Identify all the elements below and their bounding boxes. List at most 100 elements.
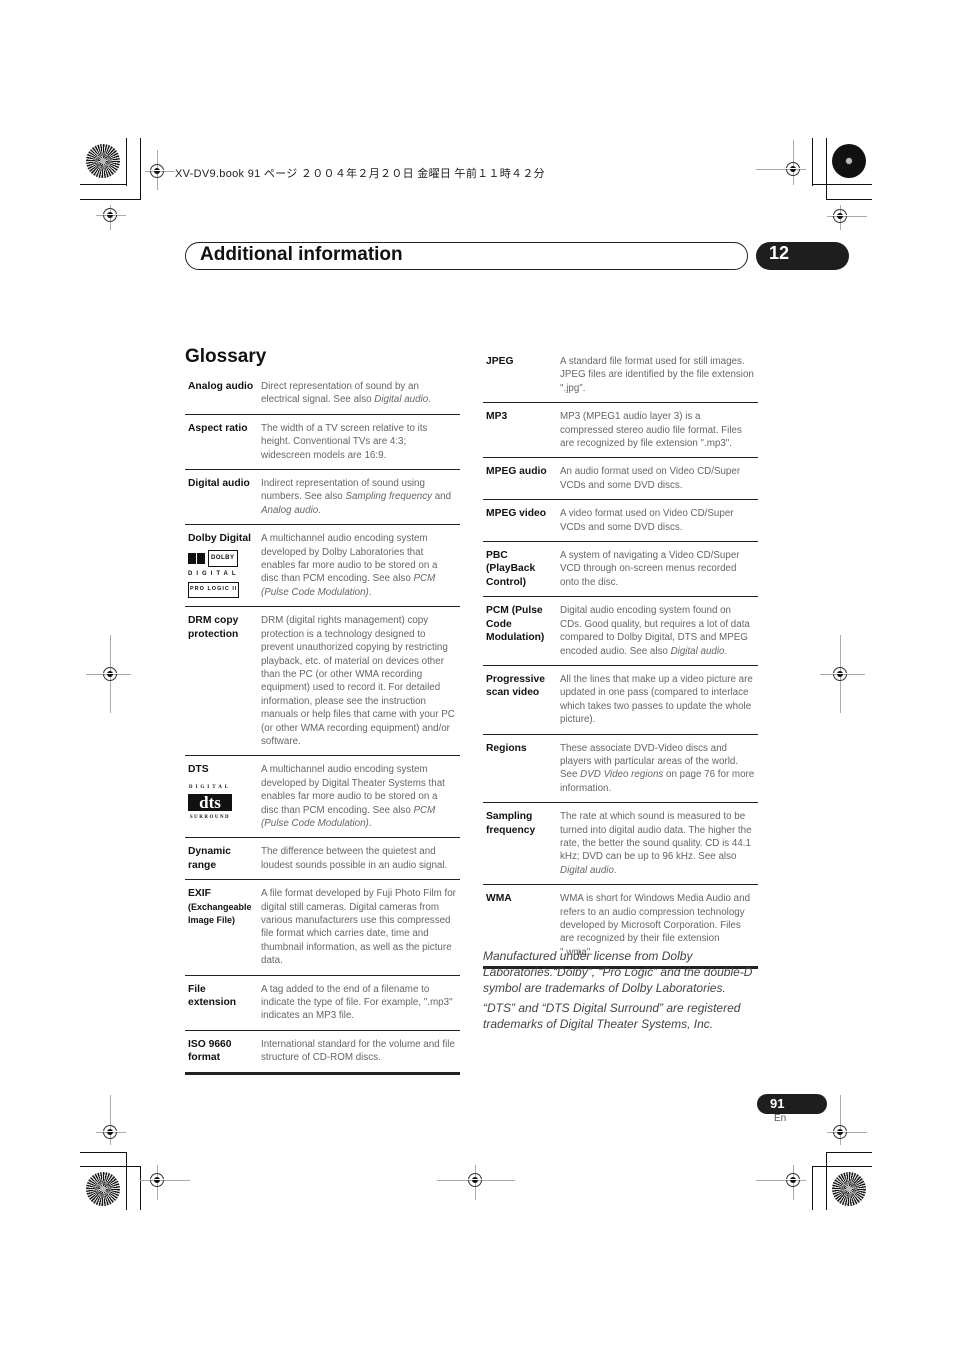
glossary-term: DTS DIGITAL dts SURROUND [185, 756, 258, 838]
glossary-row: MPEG video A video format used on Video … [483, 500, 758, 542]
glossary-definition: A file format developed by Fuji Photo Fi… [261, 888, 456, 967]
glossary-row: DRM copy protection DRM (digital rights … [185, 607, 460, 756]
glossary-row: MPEG audio An audio format used on Video… [483, 458, 758, 500]
chapter-title: Additional information [200, 244, 403, 265]
glossary-definition: MP3 (MPEG1 audio layer 3) is a compresse… [560, 411, 742, 450]
registration-mark-icon [150, 1173, 164, 1187]
page-number-badge: 91 [757, 1094, 827, 1114]
glossary-definition: Digital audio encoding system found on C… [557, 597, 758, 666]
glossary-definition: DRM (digital rights management) copy pro… [261, 615, 455, 747]
definition-text: . [368, 817, 372, 829]
definition-text: . [613, 864, 617, 876]
dolby-logo-text: DIGITAL [188, 571, 240, 578]
crop-mark [826, 1152, 827, 1210]
glossary-definition: The width of a TV screen relative to its… [261, 422, 428, 461]
glossary-row: PCM (Pulse Code Modulation) Digital audi… [483, 597, 758, 666]
dts-logo-text: SURROUND [189, 815, 231, 821]
trademark-note-dts: “DTS” and “DTS Digital Surround” are reg… [483, 1001, 741, 1031]
glossary-term: JPEG [486, 356, 514, 367]
dolby-logo-text: DOLBY [208, 549, 238, 568]
glossary-row: File extension A tag added to the end of… [185, 975, 460, 1031]
glossary-term: EXIF (Exchangeable Image File) [185, 880, 258, 975]
crop-mark [812, 184, 872, 185]
crop-mark [826, 138, 827, 200]
glossary-term: PBC (PlayBack Control) [486, 550, 536, 588]
glossary-row: Digital audio Indirect representation of… [185, 470, 460, 525]
glossary-term: Dolby Digital DOLBY DIGITAL PRO LOGIC II [185, 525, 258, 607]
registration-mark-icon [468, 1173, 482, 1187]
definition-text: . [368, 586, 372, 598]
glossary-row: EXIF (Exchangeable Image File) A file fo… [185, 880, 460, 976]
glossary-row: Aspect ratio The width of a TV screen re… [185, 414, 460, 470]
glossary-term-label: Dolby Digital [188, 533, 251, 545]
chapter-header-bar: Additional information [185, 242, 748, 270]
glossary-definition: The difference between the quietest and … [261, 846, 448, 871]
crop-mark [80, 199, 141, 200]
glossary-definition: A standard file format used for still im… [560, 356, 754, 394]
glossary-term: ISO 9660 format [188, 1038, 232, 1064]
glossary-row: JPEG A standard file format used for sti… [483, 348, 758, 403]
crop-mark [80, 1166, 141, 1167]
glossary-term: Regions [486, 742, 527, 754]
crop-mark [140, 138, 141, 200]
registration-mark-icon [103, 667, 117, 681]
glossary-term: Sampling frequency [486, 811, 536, 836]
glossary-definition: Direct representation of sound by an ele… [258, 373, 460, 414]
dts-digital-surround-logo-icon: DIGITAL dts SURROUND [188, 781, 232, 825]
glossary-definition: The rate at which sound is measured to b… [557, 803, 758, 885]
glossary-term: Digital audio [188, 478, 250, 490]
see-also-reference: Digital audio [670, 645, 725, 657]
glossary-definition: A system of navigating a Video CD/Super … [560, 550, 740, 588]
see-also-reference: Analog audio [261, 504, 319, 516]
definition-text: . [428, 394, 431, 406]
section-title: Glossary [185, 346, 267, 367]
registration-starburst-icon [832, 144, 866, 178]
glossary-row: Regions These associate DVD-Video discs … [483, 734, 758, 803]
print-job-header: XV-DV9.book 91 ページ ２００４年２月２０日 金曜日 午前１１時４… [175, 168, 545, 180]
registration-starburst-icon [832, 1172, 866, 1206]
glossary-definition: These associate DVD-Video discs and play… [557, 734, 758, 803]
glossary-definition: A tag added to the end of a filename to … [261, 983, 453, 1022]
glossary-term: Analog audio [188, 381, 254, 392]
glossary-row: ISO 9660 format International standard f… [185, 1030, 460, 1074]
registration-mark-icon [786, 162, 800, 176]
glossary-definition: International standard for the volume an… [261, 1038, 455, 1064]
glossary-definition: A video format used on Video CD/Super VC… [560, 508, 734, 533]
glossary-row: Dynamic range The difference between the… [185, 838, 460, 880]
glossary-term: File extension [188, 983, 237, 1009]
glossary-row: MP3 MP3 (MPEG1 audio layer 3) is a compr… [483, 403, 758, 458]
glossary-row: Sampling frequency The rate at which sou… [483, 803, 758, 885]
glossary-term: Aspect ratio [188, 422, 248, 434]
crop-mark [812, 1166, 872, 1167]
registration-mark-icon [833, 209, 847, 223]
dts-logo-text: dts [188, 794, 232, 812]
glossary-term: MPEG audio [486, 466, 547, 478]
glossary-row: Progressive scan video All the lines tha… [483, 665, 758, 735]
registration-mark-icon [786, 1173, 800, 1187]
crop-mark [826, 1152, 872, 1153]
glossary-row: PBC (PlayBack Control) A system of navig… [483, 542, 758, 597]
crop-mark [126, 1152, 127, 1210]
glossary-row: Dolby Digital DOLBY DIGITAL PRO LOGIC II… [185, 525, 460, 607]
crop-mark [826, 199, 872, 200]
glossary-table-left: Analog audio Direct representation of so… [185, 373, 460, 1075]
glossary-term-label: DTS [188, 764, 209, 776]
registration-mark-icon [833, 667, 847, 681]
glossary-term: DRM copy protection [188, 615, 239, 640]
dts-logo-text: DIGITAL [188, 784, 232, 790]
registration-mark-icon [103, 208, 117, 222]
crop-mark [812, 1166, 813, 1210]
definition-text: . [724, 645, 728, 657]
definition-text: The rate at which sound is measured to b… [560, 811, 752, 863]
crop-mark [126, 138, 127, 186]
guide-line [140, 1180, 190, 1181]
definition-text: A multichannel audio encoding system dev… [261, 533, 438, 585]
glossary-term: MPEG video [486, 508, 547, 520]
glossary-term: Dynamic range [188, 846, 231, 871]
glossary-term: Progressive scan video [486, 673, 545, 699]
see-also-reference: Sampling frequency [345, 491, 433, 503]
glossary-definition: All the lines that make up a video pictu… [560, 673, 753, 726]
glossary-table-right: JPEG A standard file format used for sti… [483, 348, 758, 969]
definition-text: and [432, 491, 452, 503]
definition-text: . [318, 504, 321, 516]
